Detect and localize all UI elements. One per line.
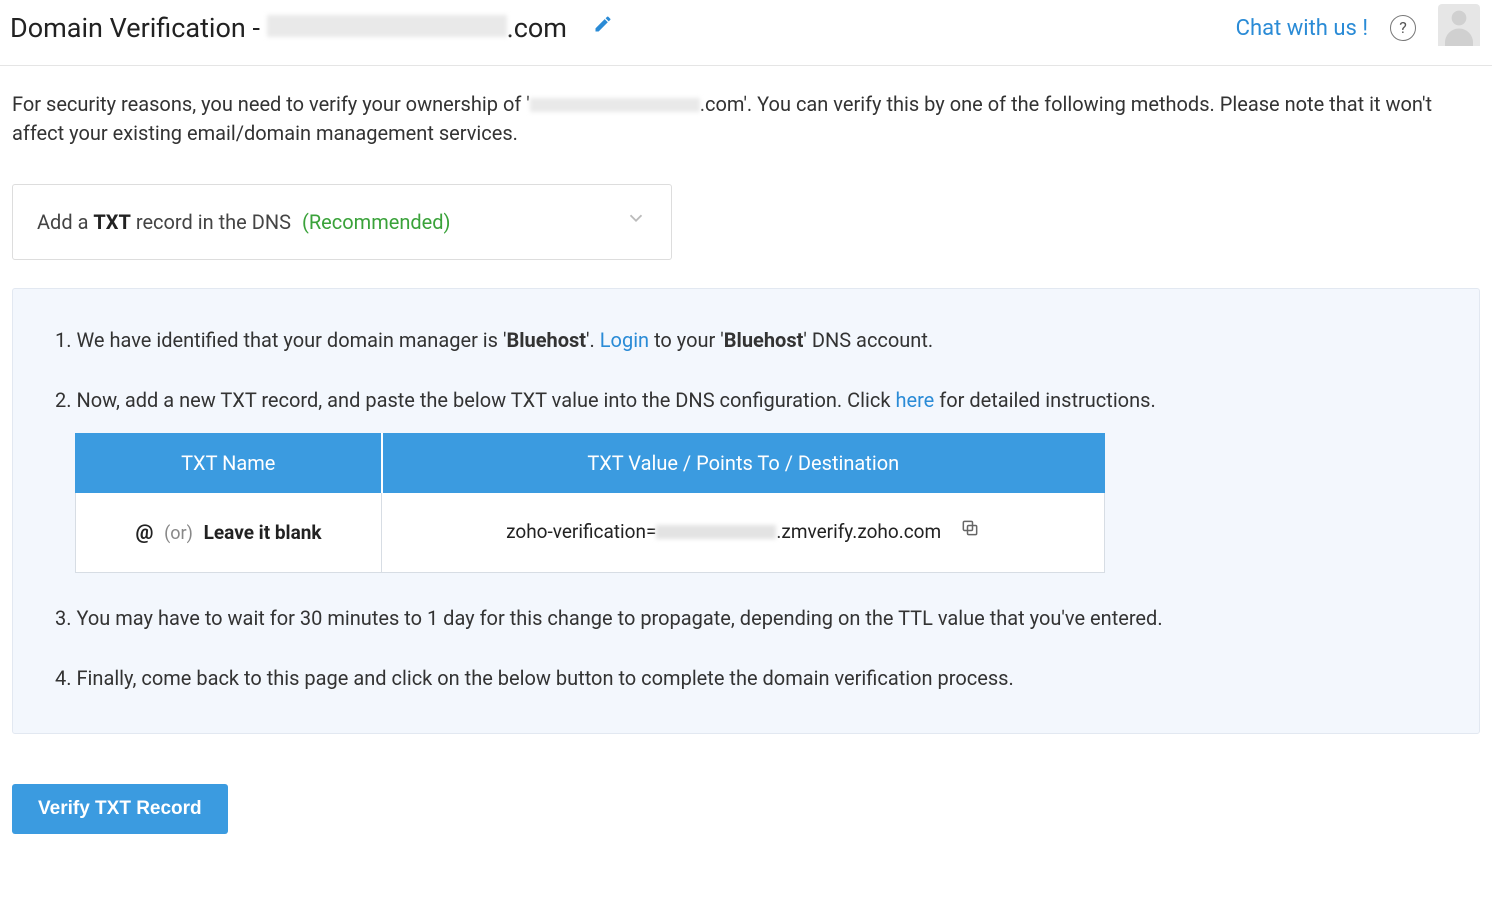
s1-mid2: to your '	[649, 328, 724, 352]
method-recommended: (Recommended)	[302, 210, 451, 234]
redacted-domain-inline	[530, 98, 700, 112]
intro-text: For security reasons, you need to verify…	[12, 90, 1480, 148]
copy-button[interactable]	[960, 518, 980, 547]
pencil-icon	[593, 14, 613, 43]
method-post: record in the DNS	[131, 210, 291, 234]
at-symbol: @	[135, 520, 153, 544]
step-4: 4. Finally, come back to this page and c…	[55, 663, 1437, 693]
txt-value-prefix: zoho-verification=	[506, 520, 656, 543]
dropdown-label: Add a TXT record in the DNS (Recommended…	[37, 207, 451, 237]
method-pre: Add a	[37, 210, 93, 234]
chat-link[interactable]: Chat with us !	[1236, 12, 1368, 45]
avatar[interactable]	[1438, 4, 1480, 46]
s1-provider: Bluehost	[506, 328, 586, 352]
question-icon: ?	[1399, 16, 1407, 40]
s2-post: for detailed instructions.	[934, 388, 1155, 412]
or-text: (or)	[164, 523, 193, 544]
login-link[interactable]: Login	[600, 328, 649, 352]
user-silhouette-icon	[1438, 28, 1480, 46]
s1-provider2: Bluehost	[724, 328, 804, 352]
page-title: Domain Verification - .com	[10, 8, 567, 49]
verify-txt-record-button[interactable]: Verify TXT Record	[12, 784, 228, 834]
th-txt-name: TXT Name	[76, 434, 382, 493]
edit-button[interactable]	[593, 14, 613, 43]
txt-value-suffix: .zmverify.zoho.com	[776, 520, 941, 543]
cell-txt-name: @ (or) Leave it blank	[76, 493, 382, 573]
redacted-domain	[267, 15, 507, 37]
help-button[interactable]: ?	[1390, 15, 1416, 41]
step-1: 1. We have identified that your domain m…	[55, 325, 1437, 355]
verification-method-dropdown[interactable]: Add a TXT record in the DNS (Recommended…	[12, 184, 672, 261]
s1-mid: '.	[586, 328, 600, 352]
leave-blank-text: Leave it blank	[204, 521, 322, 544]
redacted-code	[656, 525, 776, 539]
title-suffix: .com	[507, 12, 567, 44]
chevron-down-icon	[625, 207, 647, 238]
s1-post: ' DNS account.	[803, 328, 933, 352]
cell-txt-value: zoho-verification= .zmverify.zoho.com	[382, 493, 1105, 573]
th-txt-value: TXT Value / Points To / Destination	[382, 434, 1105, 493]
instructions-panel: 1. We have identified that your domain m…	[12, 288, 1480, 734]
txt-record-table: TXT Name TXT Value / Points To / Destina…	[75, 433, 1105, 573]
here-link[interactable]: here	[895, 388, 934, 412]
table-row: @ (or) Leave it blank zoho-verification=…	[76, 493, 1105, 573]
method-bold: TXT	[93, 210, 130, 234]
s2-pre: 2. Now, add a new TXT record, and paste …	[55, 388, 895, 412]
title-prefix: Domain Verification -	[10, 12, 267, 44]
copy-icon	[960, 518, 980, 547]
step-3: 3. You may have to wait for 30 minutes t…	[55, 603, 1437, 633]
s1-pre: 1. We have identified that your domain m…	[55, 328, 506, 352]
intro-prefix: For security reasons, you need to verify…	[12, 92, 530, 116]
step-2: 2. Now, add a new TXT record, and paste …	[55, 385, 1437, 573]
